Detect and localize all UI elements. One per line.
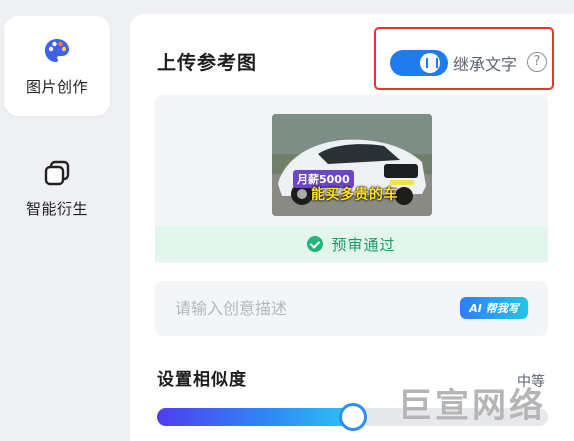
section-title-similarity: 设置相似度 — [157, 370, 247, 390]
watermark: 巨宣网络 — [398, 386, 546, 426]
sidebar-item-smart-derive[interactable]: 智能衍生 — [4, 138, 110, 238]
inherit-text-toggle[interactable] — [390, 50, 448, 76]
similarity-slider-fill — [157, 408, 353, 426]
sidebar-item-image-creation[interactable]: 图片创作 — [4, 16, 110, 116]
sidebar: 图片创作 智能衍生 — [0, 0, 122, 441]
section-title-upload: 上传参考图 — [157, 52, 258, 74]
ai-write-button[interactable]: AI 帮我写 — [460, 297, 528, 319]
review-status-text: 预审通过 — [331, 235, 396, 254]
layers-icon — [44, 160, 70, 185]
check-circle-icon — [307, 236, 324, 252]
sidebar-item-label: 图片创作 — [25, 77, 88, 96]
inherit-text-label: 继承文字 — [453, 55, 518, 74]
sidebar-item-label: 智能衍生 — [25, 199, 88, 218]
similarity-slider-handle[interactable] — [338, 403, 367, 431]
review-status-bar: 预审通过 — [155, 226, 548, 262]
help-icon[interactable]: ? — [527, 52, 547, 72]
thumbnail-caption-line2: 能买多贵的车 — [311, 187, 398, 203]
toggle-knob — [420, 53, 440, 73]
palette-icon — [45, 38, 69, 62]
